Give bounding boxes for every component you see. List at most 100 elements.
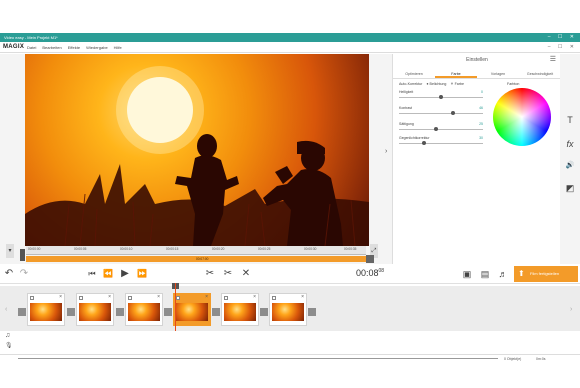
clip-checkbox[interactable] <box>272 296 276 300</box>
main-menu: Datei Bearbeiten Effekte Wiedergabe Hilf… <box>27 42 122 53</box>
export-icon: ⬆ <box>518 269 525 278</box>
contrast-slider[interactable] <box>399 111 483 115</box>
transition-marker[interactable] <box>308 308 316 316</box>
brightness-control: Helligkeit 0 <box>399 90 483 99</box>
transition-marker[interactable] <box>164 308 172 316</box>
backlight-value[interactable]: 30 <box>479 136 483 140</box>
clip-checkbox[interactable] <box>30 296 34 300</box>
brightness-value[interactable]: 0 <box>481 90 483 94</box>
transition-marker[interactable] <box>67 308 75 316</box>
clip-checkbox[interactable] <box>176 296 180 300</box>
video-frame-image <box>25 66 369 246</box>
clip-close-icon[interactable]: × <box>59 294 62 300</box>
clip-thumbnail[interactable]: × <box>76 293 114 326</box>
import-media-icon[interactable]: ▤ <box>478 267 492 281</box>
clip-image <box>30 303 62 321</box>
clip-close-icon[interactable]: × <box>253 294 256 300</box>
scroll-right-icon[interactable]: › <box>570 306 572 313</box>
fast-forward-icon[interactable]: ⏩ <box>136 267 148 281</box>
clip-thumbnail[interactable]: × <box>221 293 259 326</box>
saturation-value[interactable]: 25 <box>479 122 483 126</box>
settings-panel: Einstellen ☰ Optimieren Farbe Vorlagen G… <box>392 54 561 264</box>
marker-left-icon[interactable]: ▾ <box>6 244 14 258</box>
clip-close-icon[interactable]: × <box>205 294 208 300</box>
audio-tool-icon[interactable]: 🔊 <box>564 160 576 172</box>
effects-tool-icon[interactable]: fx <box>564 138 576 150</box>
menu-effekte[interactable]: Effekte <box>68 42 80 53</box>
current-timecode: 00:0808 <box>356 268 384 278</box>
transition-marker[interactable] <box>212 308 220 316</box>
transition-marker[interactable] <box>18 308 26 316</box>
preview-area: ▾ ⤢ <box>0 54 392 264</box>
delete-icon[interactable]: ✕ <box>240 267 252 281</box>
color-wheel[interactable] <box>493 88 551 146</box>
clip-checkbox[interactable] <box>79 296 83 300</box>
clip-thumbnail-selected[interactable]: × <box>173 293 211 326</box>
transition-marker[interactable] <box>116 308 124 316</box>
contrast-slider-knob[interactable] <box>450 111 455 115</box>
hamburger-menu-icon[interactable]: ☰ <box>550 55 556 63</box>
clip-checkbox[interactable] <box>224 296 228 300</box>
menu-datei[interactable]: Datei <box>27 42 36 53</box>
rewind-icon[interactable]: ⏪ <box>102 267 114 281</box>
transition-marker[interactable] <box>260 308 268 316</box>
saturation-slider-knob[interactable] <box>433 127 438 131</box>
backlight-control: Gegenlichtkorrektur 30 <box>399 136 483 145</box>
time-ruler[interactable]: 00:00:00 00:00:05 00:00:10 00:00:15 00:0… <box>26 246 366 255</box>
color-auto-icon[interactable]: ⚘ <box>450 82 453 86</box>
clip-image <box>176 303 208 321</box>
text-tool-icon[interactable]: T <box>564 114 576 126</box>
clip-thumbnail[interactable]: × <box>27 293 65 326</box>
clip-close-icon[interactable]: × <box>108 294 111 300</box>
backlight-slider-knob[interactable] <box>422 141 427 145</box>
backlight-slider[interactable] <box>399 141 483 145</box>
clip-close-icon[interactable]: × <box>301 294 304 300</box>
play-icon[interactable]: ▶ <box>118 267 132 281</box>
timeline-zoom-slider[interactable] <box>18 358 498 359</box>
ruler-tick: 00:00:00 <box>28 247 41 251</box>
audio-tracks: ♫ 🎙 <box>0 331 580 354</box>
saturation-slider[interactable] <box>399 127 483 131</box>
ruler-tick: 00:00:25 <box>258 247 271 251</box>
object-count: 0 Objekt(e) <box>504 357 522 361</box>
tab-farbe[interactable]: Farbe <box>435 70 477 78</box>
range-end-handle[interactable] <box>366 255 374 263</box>
clip-thumbnail[interactable]: × <box>269 293 307 326</box>
exposure-icon[interactable]: ● <box>426 82 428 86</box>
redo-icon[interactable]: ↷ <box>18 267 30 281</box>
cut-icon[interactable]: ✂ <box>204 267 216 281</box>
export-button[interactable]: ⬆ Film fertigstellen <box>514 266 578 282</box>
scrubber-handle[interactable] <box>20 249 25 261</box>
video-preview[interactable] <box>25 54 369 246</box>
music-track-icon[interactable]: ♫ <box>5 332 10 339</box>
preview-scrubber[interactable]: 00:00:00 00:00:05 00:00:10 00:00:15 00:0… <box>16 246 376 266</box>
music-import-icon[interactable]: ♬ <box>496 267 510 281</box>
crop-tool-icon[interactable]: ◩ <box>564 182 576 194</box>
voiceover-icon[interactable]: 🎙 <box>5 342 13 349</box>
window-controls[interactable]: – ☐ ✕ <box>548 33 577 42</box>
tab-geschwindigkeit[interactable]: Geschwindigkeit <box>519 70 561 78</box>
menu-bearbeiten[interactable]: Bearbeiten <box>42 42 61 53</box>
to-start-icon[interactable]: ⏮ <box>86 267 98 281</box>
clip-thumbnail[interactable]: × <box>125 293 163 326</box>
window-title: Video easy - Mein Projekt M1* <box>4 35 58 40</box>
scroll-left-icon[interactable]: ‹ <box>5 306 7 313</box>
auto-color-option[interactable]: Farbe <box>455 82 464 86</box>
status-bar: 0 Objekt(e) 0m:0s <box>0 354 580 362</box>
auto-exposure-option[interactable]: Belichtung <box>430 82 447 86</box>
panel-toggle-icon[interactable]: › <box>385 145 392 159</box>
tab-optimieren[interactable]: Optimieren <box>393 70 435 78</box>
clip-close-icon[interactable]: × <box>157 294 160 300</box>
tab-vorlagen[interactable]: Vorlagen <box>477 70 519 78</box>
split-icon[interactable]: ✂ <box>222 267 234 281</box>
clip-checkbox[interactable] <box>128 296 132 300</box>
contrast-value[interactable]: 46 <box>479 106 483 110</box>
menu-hilfe[interactable]: Hilfe <box>114 42 122 53</box>
play-range-bar[interactable]: 00:07:00 <box>26 256 366 262</box>
undo-icon[interactable]: ↶ <box>3 267 15 281</box>
brightness-slider[interactable] <box>399 95 483 99</box>
menu-wiedergabe[interactable]: Wiedergabe <box>86 42 108 53</box>
app-window-controls[interactable]: – ☐ ✕ <box>548 42 577 53</box>
brightness-slider-knob[interactable] <box>439 95 443 99</box>
slideshow-icon[interactable]: ▣ <box>460 267 474 281</box>
